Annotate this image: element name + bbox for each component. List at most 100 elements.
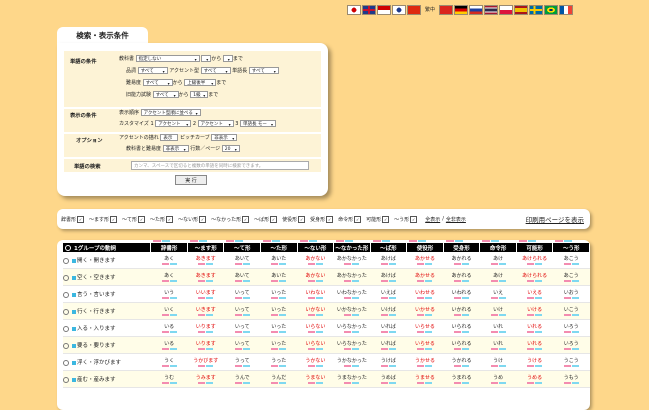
- female-audio-icon[interactable]: [527, 279, 535, 282]
- male-audio-icon[interactable]: [352, 330, 360, 333]
- male-audio-icon[interactable]: [315, 313, 323, 316]
- conjugation-text[interactable]: いわせる: [407, 290, 444, 296]
- flag-germany-icon[interactable]: [454, 5, 468, 15]
- male-audio-icon[interactable]: [279, 364, 287, 367]
- conjugation-text[interactable]: いった: [261, 341, 298, 347]
- male-audio-icon[interactable]: [535, 296, 543, 299]
- male-audio-icon[interactable]: [535, 262, 543, 265]
- conjugation-text[interactable]: うむ: [151, 375, 188, 381]
- female-audio-icon[interactable]: [271, 347, 279, 350]
- accent-style-select[interactable]: 表示: [160, 134, 179, 141]
- male-audio-icon[interactable]: [498, 381, 506, 384]
- conjugation-text[interactable]: うけば: [370, 358, 407, 364]
- pitch-curve-select[interactable]: 非表示: [211, 134, 238, 141]
- conjugation-text[interactable]: うこう: [553, 358, 590, 364]
- male-voice-tag[interactable]: [527, 240, 536, 242]
- female-audio-icon[interactable]: [161, 262, 169, 265]
- male-audio-icon[interactable]: [425, 347, 433, 350]
- conjugation-text[interactable]: いって: [224, 307, 261, 313]
- female-audio-icon[interactable]: [380, 313, 388, 316]
- male-audio-icon[interactable]: [571, 262, 579, 265]
- female-voice-tag[interactable]: [518, 240, 527, 242]
- conjugation-text[interactable]: いえる: [516, 290, 553, 296]
- conjugation-text[interactable]: いかせる: [407, 307, 444, 313]
- filter-checkbox[interactable]: ✓: [166, 215, 174, 223]
- flag-china-icon[interactable]: [407, 5, 421, 15]
- female-audio-icon[interactable]: [344, 313, 352, 316]
- male-audio-icon[interactable]: [535, 381, 543, 384]
- conjugation-text[interactable]: うみます: [187, 375, 224, 381]
- conjugation-text[interactable]: いる: [151, 341, 188, 347]
- female-audio-icon[interactable]: [198, 313, 206, 316]
- female-audio-icon[interactable]: [380, 381, 388, 384]
- male-audio-icon[interactable]: [571, 279, 579, 282]
- female-audio-icon[interactable]: [161, 279, 169, 282]
- conjugation-text[interactable]: いらせる: [407, 324, 444, 330]
- male-audio-icon[interactable]: [169, 364, 177, 367]
- female-voice-tag[interactable]: [409, 240, 418, 242]
- male-audio-icon[interactable]: [206, 381, 214, 384]
- male-audio-icon[interactable]: [242, 262, 250, 265]
- conjugation-text[interactable]: いれる: [516, 341, 553, 347]
- male-audio-icon[interactable]: [535, 330, 543, 333]
- conjugation-text[interactable]: いわなかった: [334, 290, 371, 296]
- verb-label[interactable]: 行く・行きます: [77, 309, 116, 315]
- male-audio-icon[interactable]: [388, 262, 396, 265]
- male-audio-icon[interactable]: [169, 279, 177, 282]
- verb-label[interactable]: 要る・要ります: [77, 343, 116, 349]
- female-audio-icon[interactable]: [344, 262, 352, 265]
- female-audio-icon[interactable]: [271, 262, 279, 265]
- conjugation-text[interactable]: あかなかった: [334, 256, 371, 262]
- female-audio-icon[interactable]: [198, 347, 206, 350]
- conjugation-text[interactable]: いえ: [480, 290, 517, 296]
- conjugation-text[interactable]: あきます: [187, 273, 224, 279]
- male-audio-icon[interactable]: [425, 279, 433, 282]
- female-audio-icon[interactable]: [344, 330, 352, 333]
- rows-per-page-select[interactable]: 20: [221, 145, 240, 152]
- female-audio-icon[interactable]: [198, 279, 206, 282]
- male-audio-icon[interactable]: [425, 262, 433, 265]
- female-audio-icon[interactable]: [380, 262, 388, 265]
- conjugation-text[interactable]: うった: [261, 358, 298, 364]
- female-audio-icon[interactable]: [344, 279, 352, 282]
- conjugation-text[interactable]: いれ: [480, 341, 517, 347]
- flag-vietnam-icon[interactable]: [439, 5, 453, 15]
- male-audio-icon[interactable]: [315, 381, 323, 384]
- male-audio-icon[interactable]: [498, 330, 506, 333]
- male-audio-icon[interactable]: [498, 313, 506, 316]
- female-audio-icon[interactable]: [234, 262, 242, 265]
- male-audio-icon[interactable]: [462, 381, 470, 384]
- conjugation-text[interactable]: いれ: [480, 324, 517, 330]
- female-audio-icon[interactable]: [271, 313, 279, 316]
- conjugation-text[interactable]: あかれる: [443, 273, 480, 279]
- conjugation-text[interactable]: いう: [151, 290, 188, 296]
- conjugation-text[interactable]: うまれる: [443, 375, 480, 381]
- conjugation-text[interactable]: うかない: [297, 358, 334, 364]
- conjugation-text[interactable]: あけられる: [516, 273, 553, 279]
- female-audio-icon[interactable]: [454, 381, 462, 384]
- filter-checkbox[interactable]: ✓: [326, 215, 334, 223]
- filter-checkbox[interactable]: ✓: [242, 215, 250, 223]
- male-audio-icon[interactable]: [388, 296, 396, 299]
- conjugation-text[interactable]: うめば: [370, 375, 407, 381]
- female-audio-icon[interactable]: [490, 296, 498, 299]
- conjugation-text[interactable]: いらせる: [407, 341, 444, 347]
- filter-checkbox[interactable]: ✓: [110, 215, 118, 223]
- lesson-from-select[interactable]: [201, 55, 212, 62]
- filter-item[interactable]: 辞書形 ✓: [61, 215, 85, 223]
- male-audio-icon[interactable]: [462, 279, 470, 282]
- conjugation-text[interactable]: うまない: [297, 375, 334, 381]
- male-audio-icon[interactable]: [169, 347, 177, 350]
- male-audio-icon[interactable]: [206, 347, 214, 350]
- row-radio-icon[interactable]: [63, 325, 69, 332]
- female-audio-icon[interactable]: [563, 313, 571, 316]
- word-search-input[interactable]: カンマ、スペースで区切ると複数の単語を同時に検索できます。: [131, 161, 309, 170]
- filter-checkbox[interactable]: ✓: [410, 215, 418, 223]
- male-audio-icon[interactable]: [425, 381, 433, 384]
- male-audio-icon[interactable]: [352, 262, 360, 265]
- female-audio-icon[interactable]: [417, 330, 425, 333]
- female-audio-icon[interactable]: [198, 330, 206, 333]
- filter-item[interactable]: ～た形 ✓: [150, 215, 174, 223]
- male-voice-tag[interactable]: [381, 240, 390, 242]
- conjugation-text[interactable]: いく: [151, 307, 188, 313]
